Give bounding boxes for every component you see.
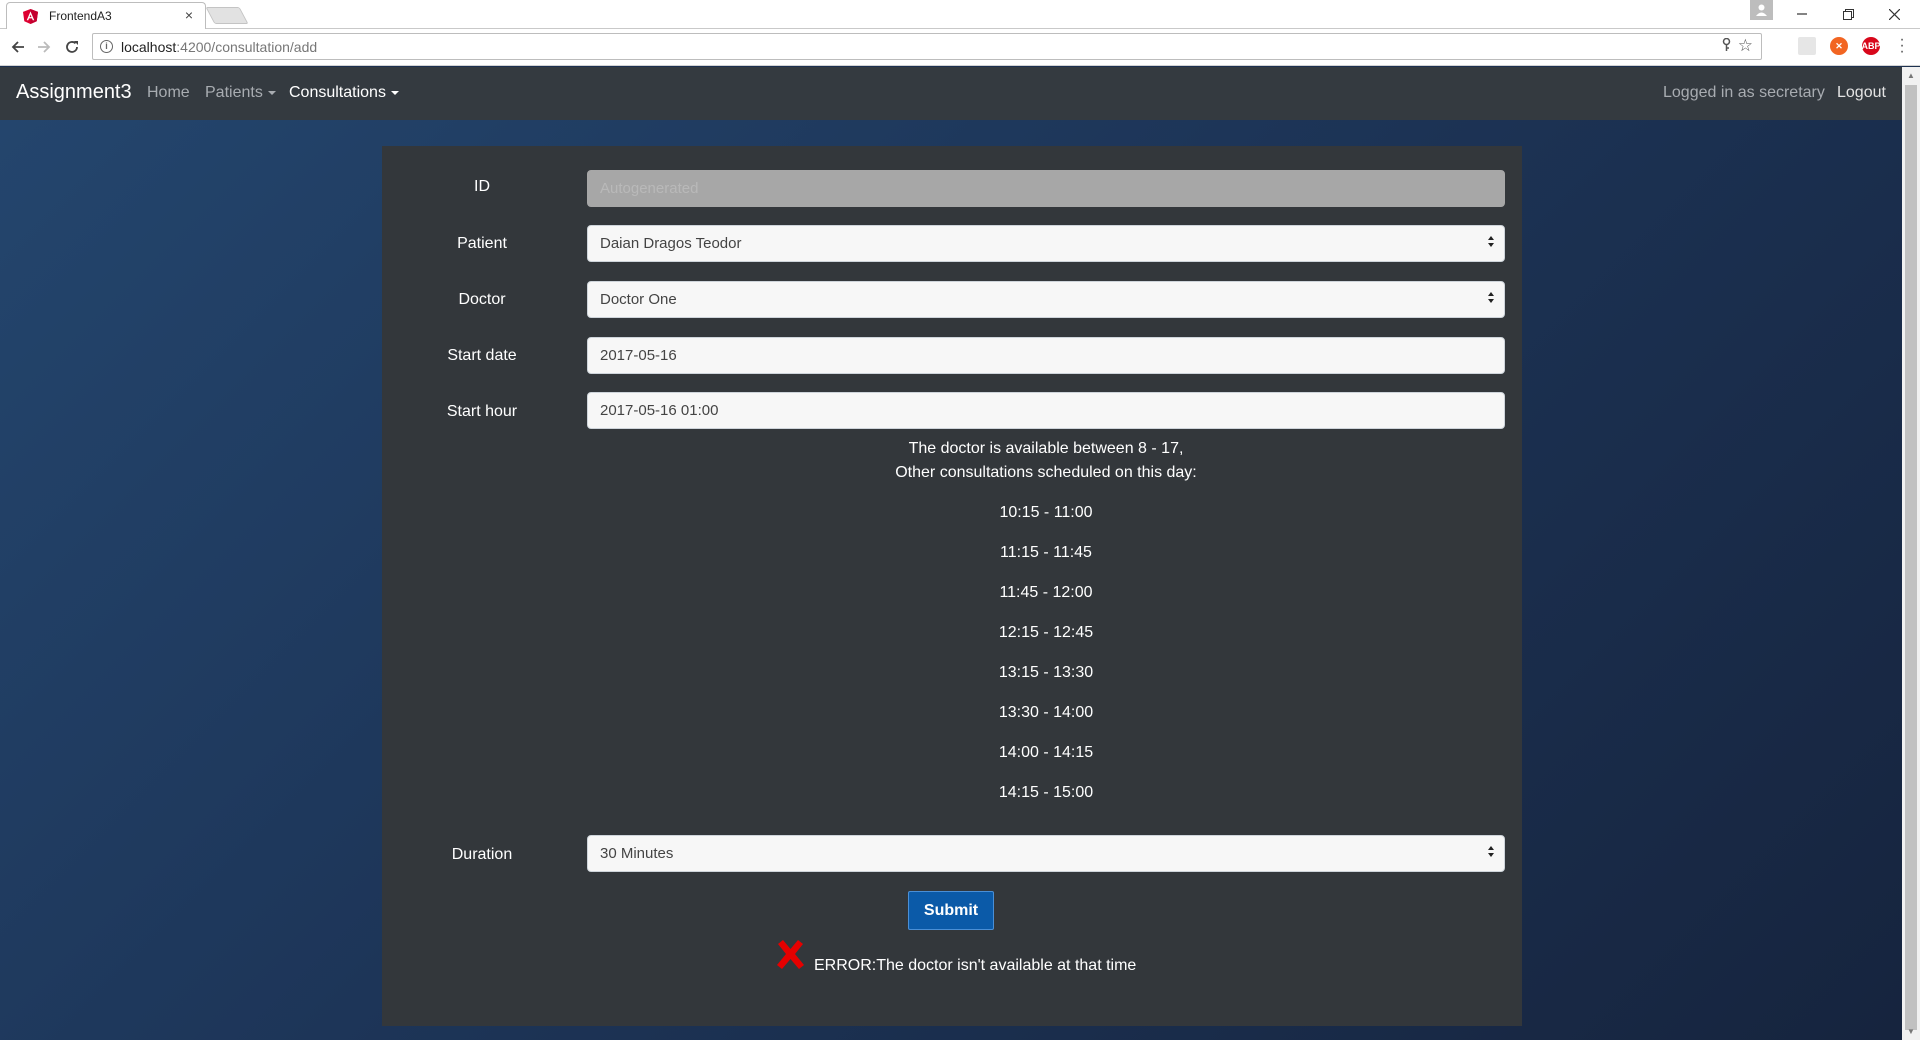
minimize-icon	[1797, 13, 1807, 15]
restore-icon	[1842, 8, 1854, 20]
minimize-button[interactable]	[1782, 2, 1822, 26]
browser-tabstrip: FrontendA3 ×	[0, 0, 1920, 29]
browser-toolbar: i localhost:4200/consultation/add ☆ ✕ AB…	[0, 29, 1920, 66]
profile-button[interactable]	[1750, 0, 1773, 20]
tab-title: FrontendA3	[49, 9, 112, 23]
start-hour-input[interactable]: 2017-05-16 01:00	[587, 392, 1505, 429]
window-close-icon	[1888, 8, 1900, 20]
nav-patients-dropdown[interactable]: Patients	[205, 84, 276, 102]
duration-label: Duration	[451, 846, 513, 863]
app-navbar: Assignment3 Home Patients Consultations …	[0, 67, 1902, 120]
address-bar[interactable]: i localhost:4200/consultation/add ☆	[92, 33, 1762, 60]
extension-adblock-icon[interactable]: ABP	[1862, 37, 1881, 55]
key-icon[interactable]	[1722, 37, 1731, 55]
error-x-icon	[777, 940, 804, 969]
back-arrow-icon	[11, 41, 24, 53]
reload-button[interactable]	[62, 37, 82, 57]
brand-link[interactable]: Assignment3	[16, 81, 132, 104]
page-viewport: Assignment3 Home Patients Consultations …	[0, 67, 1902, 1040]
angular-favicon-icon	[23, 9, 38, 24]
scrollbar-thumb[interactable]	[1905, 85, 1917, 1030]
browser-menu-icon[interactable]: · · ·	[1898, 32, 1906, 60]
error-text: ERROR:The doctor isn't available at that…	[814, 957, 1137, 974]
new-tab-button[interactable]	[205, 7, 249, 24]
patient-label: Patient	[457, 235, 507, 252]
start-hour-label: Start hour	[446, 403, 518, 420]
nav-consultations-label: Consultations	[289, 84, 386, 101]
scheduled-slot: 13:15 - 13:30	[998, 664, 1094, 681]
logout-link[interactable]: Logout	[1837, 84, 1886, 102]
scheduled-slot: 11:45 - 12:00	[999, 584, 1093, 601]
doctor-label: Doctor	[458, 291, 506, 308]
extension-orange-icon[interactable]: ✕	[1830, 37, 1848, 55]
url-host: localhost	[121, 39, 177, 55]
reload-icon	[66, 41, 78, 53]
id-input: Autogenerated	[587, 170, 1505, 207]
restore-button[interactable]	[1828, 2, 1868, 26]
scheduled-slot: 14:00 - 14:15	[998, 744, 1094, 761]
availability-info: The doctor is available between 8 - 17,	[908, 440, 1184, 457]
url-text: localhost:4200/consultation/add	[121, 39, 317, 55]
logged-in-status: Logged in as secretary	[1663, 84, 1825, 101]
tab-close-icon[interactable]: ×	[185, 7, 193, 23]
page-scrollbar[interactable]: ▲ ▼	[1902, 67, 1920, 1040]
start-date-input[interactable]: 2017-05-16	[587, 337, 1505, 374]
back-button[interactable]	[8, 37, 28, 57]
window-close-button[interactable]	[1874, 2, 1914, 26]
chevron-down-icon	[390, 90, 399, 95]
url-path: :4200/consultation/add	[176, 39, 318, 55]
profile-icon	[1756, 4, 1767, 16]
scroll-down-icon[interactable]: ▼	[1902, 1023, 1920, 1040]
forward-arrow-icon	[38, 41, 51, 53]
scroll-up-icon[interactable]: ▲	[1902, 67, 1920, 84]
scheduled-slot: 10:15 - 11:00	[999, 504, 1093, 521]
id-label: ID	[474, 178, 490, 195]
nav-home-link[interactable]: Home	[147, 84, 190, 102]
scheduled-heading: Other consultations scheduled on this da…	[895, 464, 1197, 481]
nav-consultations-dropdown[interactable]: Consultations	[289, 84, 399, 102]
doctor-select[interactable]: Doctor One	[587, 281, 1505, 318]
start-date-label: Start date	[447, 347, 517, 364]
scheduled-slot: 13:30 - 14:00	[998, 704, 1094, 721]
consultation-form-card: ID Autogenerated Patient Daian Dragos Te…	[382, 146, 1522, 1026]
submit-button[interactable]: Submit	[908, 891, 994, 930]
scheduled-slot: 11:15 - 11:45	[1000, 544, 1092, 561]
browser-tab[interactable]: FrontendA3 ×	[6, 2, 206, 29]
patient-select[interactable]: Daian Dragos Teodor	[587, 225, 1505, 262]
nav-patients-label: Patients	[205, 84, 263, 101]
scheduled-slot: 14:15 - 15:00	[998, 784, 1094, 801]
scheduled-slot: 12:15 - 12:45	[998, 624, 1094, 641]
star-icon[interactable]: ☆	[1738, 36, 1753, 56]
info-icon[interactable]: i	[100, 40, 113, 53]
forward-button[interactable]	[34, 37, 54, 57]
duration-select[interactable]: 30 Minutes	[587, 835, 1505, 872]
chevron-down-icon	[267, 90, 276, 95]
extension-cast-icon[interactable]	[1798, 37, 1816, 55]
